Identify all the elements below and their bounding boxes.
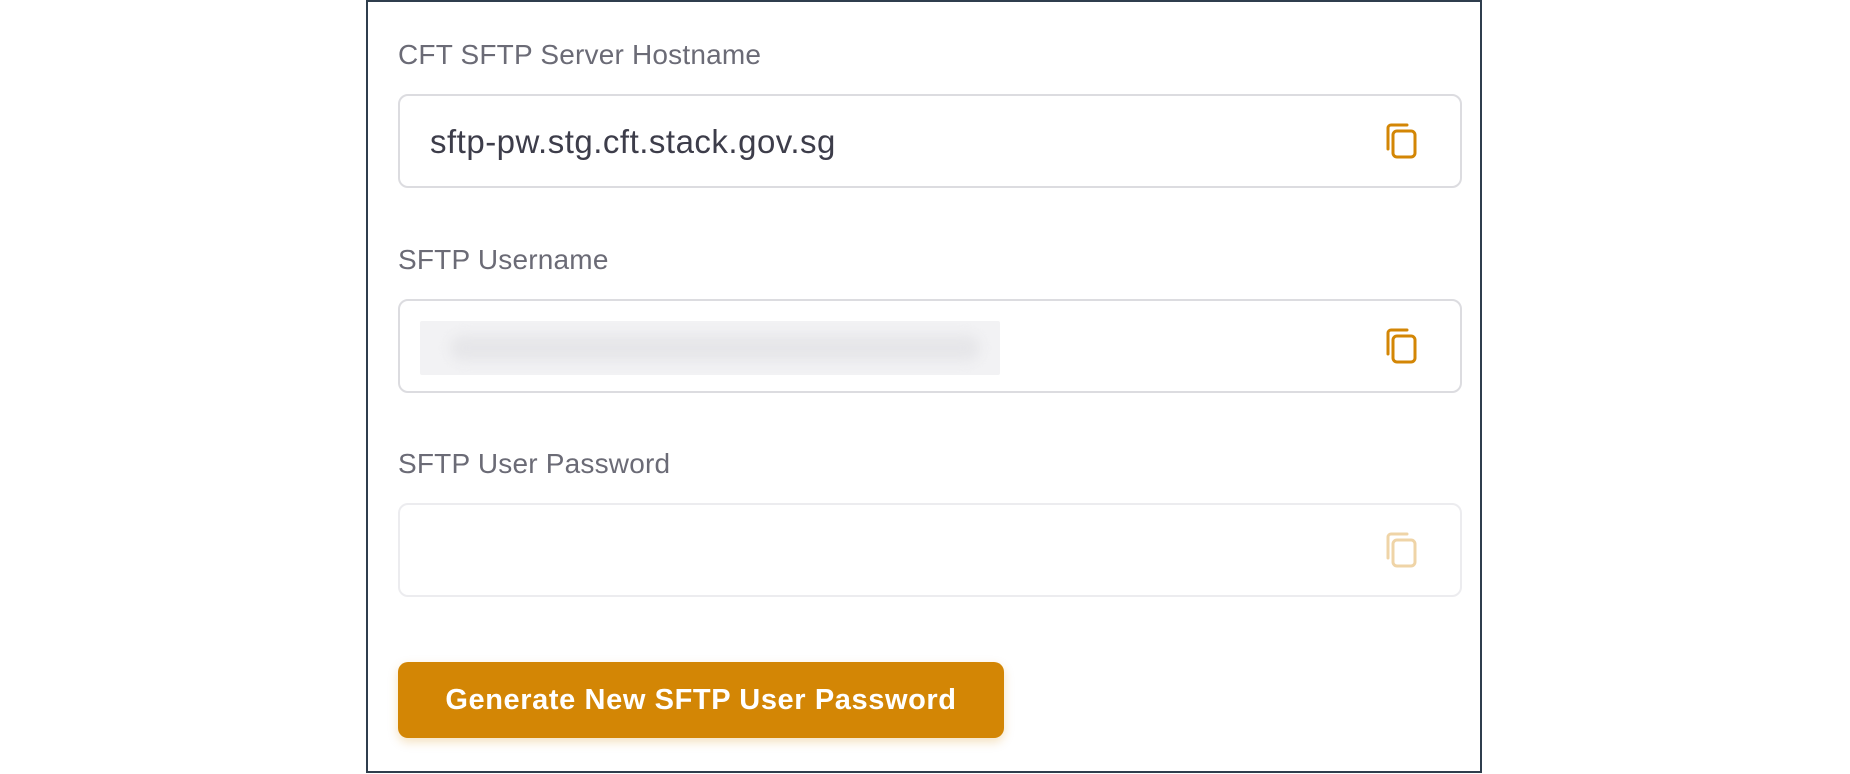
hostname-label: CFT SFTP Server Hostname xyxy=(398,39,762,70)
sftp-credentials-panel: CFT SFTP Server Hostname sftp-pw.stg.cft… xyxy=(366,0,1482,773)
copy-password-button[interactable] xyxy=(1380,531,1420,571)
generate-password-button[interactable]: Generate New SFTP User Password xyxy=(398,662,1004,738)
copy-username-button[interactable] xyxy=(1380,327,1420,367)
copy-icon xyxy=(1380,327,1420,367)
copy-hostname-button[interactable] xyxy=(1380,122,1420,162)
copy-icon xyxy=(1380,531,1420,571)
page: CFT SFTP Server Hostname sftp-pw.stg.cft… xyxy=(0,0,1850,774)
copy-icon xyxy=(1380,122,1420,162)
password-field[interactable] xyxy=(398,503,1462,597)
password-label: SFTP User Password xyxy=(398,448,671,479)
username-label: SFTP Username xyxy=(398,244,609,275)
username-field[interactable] xyxy=(398,299,1462,393)
hostname-field[interactable]: sftp-pw.stg.cft.stack.gov.sg xyxy=(398,94,1462,188)
redacted-username-value xyxy=(420,321,1000,375)
hostname-value[interactable]: sftp-pw.stg.cft.stack.gov.sg xyxy=(430,124,836,160)
